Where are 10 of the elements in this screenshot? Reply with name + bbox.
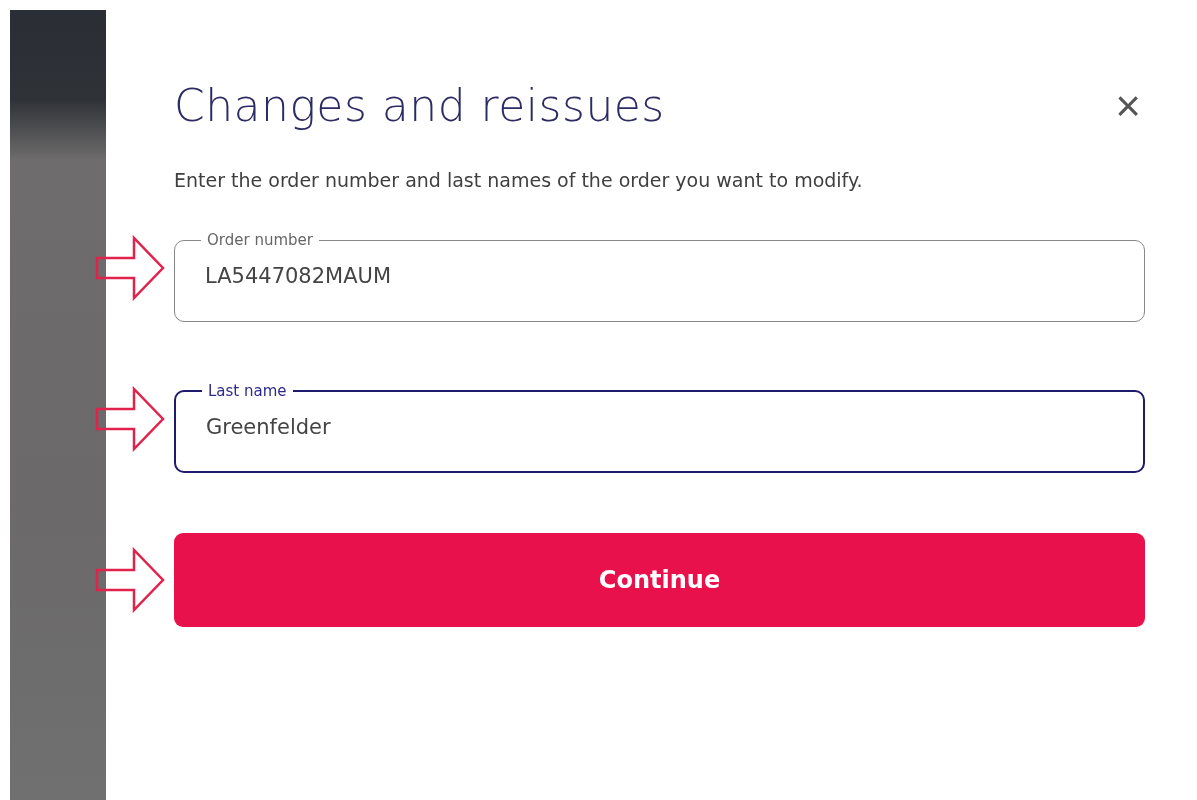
field-label: Last name bbox=[207, 382, 288, 400]
field-value: LA5447082MAUM bbox=[205, 264, 392, 288]
continue-button[interactable]: Continue bbox=[174, 533, 1145, 627]
instructions-text: Enter the order number and last names of the order you want to modify. bbox=[174, 169, 864, 191]
dialog-title: Changes and reissues bbox=[174, 80, 665, 131]
field-value: Greenfelder bbox=[206, 414, 331, 439]
input-field[interactable]: Order number LA5447082MAUM bbox=[174, 231, 1145, 322]
field-label: Order number bbox=[206, 231, 314, 249]
input-field[interactable]: Last name Greenfelder bbox=[174, 382, 1145, 473]
close-button[interactable]: × bbox=[1111, 83, 1145, 128]
